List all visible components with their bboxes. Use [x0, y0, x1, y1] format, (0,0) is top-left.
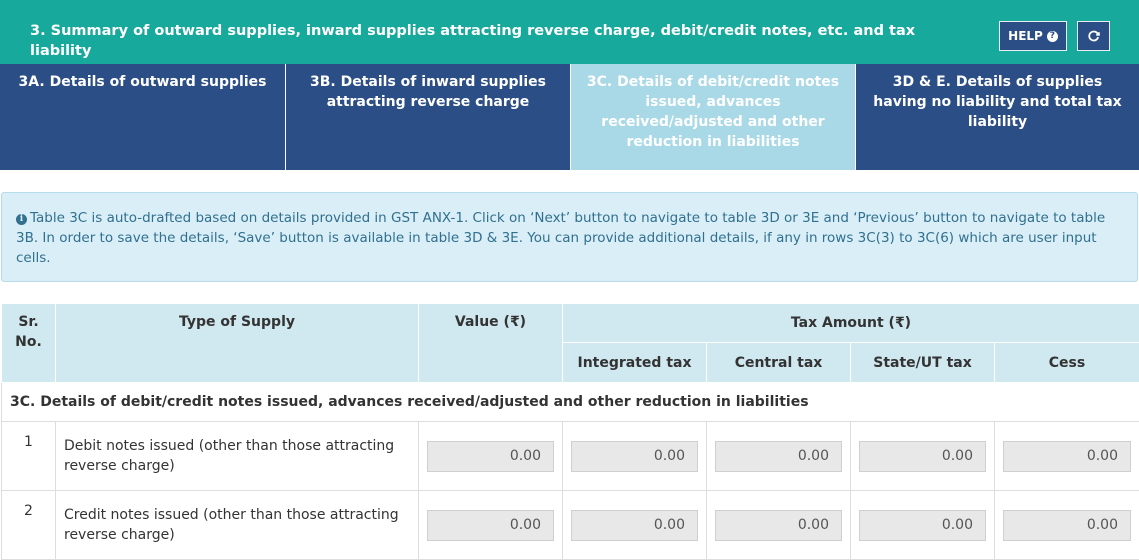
central-tax-field[interactable]: 0.00: [715, 510, 842, 541]
header-central-tax: Central tax: [707, 343, 851, 383]
header-tax-amount: Tax Amount (₹): [563, 304, 1139, 343]
integrated-tax-field[interactable]: 0.00: [571, 510, 698, 541]
value-field[interactable]: 0.00: [427, 441, 554, 472]
section-tabs: 3A. Details of outward supplies 3B. Deta…: [0, 64, 1139, 170]
row-type-of-supply: Debit notes issued (other than those att…: [56, 422, 419, 491]
integrated-tax-field[interactable]: 0.00: [571, 441, 698, 472]
cess-field[interactable]: 0.00: [1003, 441, 1131, 472]
header-cess: Cess: [995, 343, 1139, 383]
state-ut-tax-field[interactable]: 0.00: [859, 441, 986, 472]
central-tax-field[interactable]: 0.00: [715, 441, 842, 472]
info-alert: iTable 3C is auto-drafted based on detai…: [1, 192, 1138, 282]
summary-table: Sr.No. Type of Supply Value (₹) Tax Amou…: [1, 303, 1139, 560]
tab-3c[interactable]: 3C. Details of debit/credit notes issued…: [571, 64, 856, 170]
tab-3b[interactable]: 3B. Details of inward supplies attractin…: [286, 64, 571, 170]
header-integrated-tax: Integrated tax: [563, 343, 707, 383]
section-title-row: 3C. Details of debit/credit notes issued…: [2, 383, 1139, 422]
row-type-of-supply: Credit notes issued (other than those at…: [56, 491, 419, 560]
page-header: 3. Summary of outward supplies, inward s…: [0, 0, 1139, 64]
tab-3d-e[interactable]: 3D & E. Details of supplies having no li…: [856, 64, 1139, 170]
table-row: 2 Credit notes issued (other than those …: [2, 491, 1139, 560]
row-sr-no: 2: [2, 491, 56, 560]
state-ut-tax-field[interactable]: 0.00: [859, 510, 986, 541]
help-button[interactable]: HELP ?: [999, 21, 1067, 51]
header-value: Value (₹): [419, 304, 563, 383]
value-field[interactable]: 0.00: [427, 510, 554, 541]
refresh-icon: [1088, 30, 1100, 42]
page-title: 3. Summary of outward supplies, inward s…: [30, 21, 930, 61]
refresh-button[interactable]: [1077, 21, 1110, 51]
cess-field[interactable]: 0.00: [1003, 510, 1131, 541]
header-type-of-supply: Type of Supply: [56, 304, 419, 383]
header-sr-no: Sr.No.: [2, 304, 56, 383]
table-row: 1 Debit notes issued (other than those a…: [2, 422, 1139, 491]
tab-3a[interactable]: 3A. Details of outward supplies: [0, 64, 286, 170]
info-circle-icon: i: [16, 214, 27, 225]
question-circle-icon: ?: [1047, 31, 1058, 42]
info-text: Table 3C is auto-drafted based on detail…: [16, 210, 1105, 266]
help-label: HELP: [1008, 29, 1043, 43]
row-sr-no: 1: [2, 422, 56, 491]
header-state-ut-tax: State/UT tax: [851, 343, 995, 383]
